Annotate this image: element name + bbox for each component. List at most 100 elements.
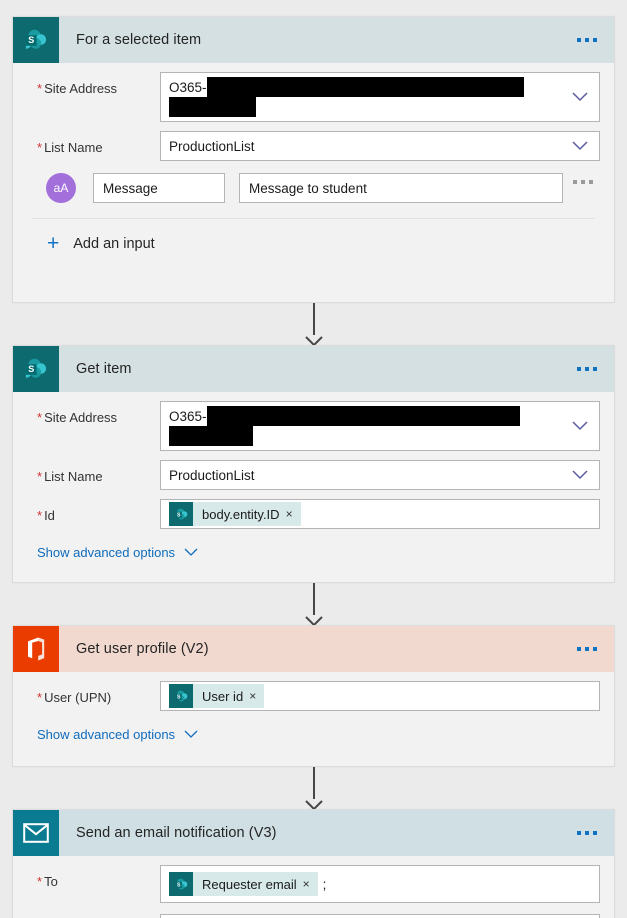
- required-asterisk: *: [37, 140, 43, 155]
- chevron-down-icon: [184, 730, 198, 738]
- id-input[interactable]: S body.entity.ID ×: [160, 499, 600, 529]
- chevron-down-icon: [184, 548, 198, 556]
- office365-icon: [13, 626, 59, 672]
- to-input[interactable]: S Requester email × ;: [160, 865, 600, 903]
- required-asterisk: *: [37, 469, 43, 484]
- field-id: * Id S body.entity.ID ×: [27, 490, 600, 529]
- more-options-button[interactable]: [572, 639, 602, 659]
- show-advanced-options-button[interactable]: Show advanced options: [27, 529, 600, 575]
- required-asterisk: *: [37, 874, 43, 889]
- dynamic-token-chip[interactable]: S User id ×: [169, 684, 265, 708]
- site-address-prefix: O365-: [169, 408, 207, 424]
- redacted-value: O365-: [161, 73, 557, 121]
- token-label: Requester email: [202, 876, 297, 892]
- input-more-options-button[interactable]: [568, 172, 598, 192]
- input-name-field[interactable]: Message: [93, 173, 225, 203]
- chevron-down-icon[interactable]: [559, 73, 599, 121]
- more-options-button[interactable]: [572, 359, 602, 379]
- show-advanced-options-label: Show advanced options: [37, 545, 176, 560]
- list-name-input[interactable]: ProductionList: [160, 131, 600, 161]
- card-body: * Site Address O365- * List Name Product…: [13, 392, 614, 575]
- flow-card-send-email[interactable]: Send an email notification (V3) * To S R…: [12, 809, 615, 918]
- svg-text:S: S: [28, 35, 34, 45]
- list-name-input[interactable]: ProductionList: [160, 460, 600, 490]
- text-input-type-icon: aA: [46, 173, 76, 203]
- plus-icon: +: [47, 232, 60, 255]
- token-label: body.entity.ID: [202, 506, 280, 522]
- field-label: * To: [37, 874, 58, 889]
- field-site-address: * Site Address O365-: [27, 63, 600, 122]
- redaction-bar: [169, 97, 256, 117]
- sharepoint-icon: S: [169, 684, 193, 708]
- redaction-bar: [206, 77, 524, 97]
- svg-text:S: S: [177, 694, 181, 700]
- chevron-down-icon[interactable]: [559, 402, 599, 450]
- required-asterisk: *: [37, 410, 43, 425]
- field-control[interactable]: S Requester email × ;: [160, 865, 600, 918]
- card-body: * To S Requester email × ;: [13, 856, 614, 918]
- to-separator: ;: [322, 876, 327, 892]
- user-upn-input[interactable]: S User id ×: [160, 681, 600, 711]
- subject-input[interactable]: [160, 914, 600, 918]
- field-label: * Id: [37, 508, 55, 523]
- field-control[interactable]: O365-: [160, 72, 600, 122]
- close-icon[interactable]: ×: [301, 878, 318, 890]
- flow-card-trigger[interactable]: S For a selected item * Site Address O365…: [12, 16, 615, 303]
- input-value-field[interactable]: Message to student: [239, 173, 563, 203]
- show-advanced-options-button[interactable]: Show advanced options: [27, 711, 600, 757]
- field-to: * To S Requester email × ;: [27, 856, 600, 918]
- close-icon[interactable]: ×: [247, 690, 264, 702]
- card-body: * Site Address O365- * List Name Product…: [13, 63, 614, 270]
- field-label: * Site Address: [37, 81, 118, 96]
- field-control[interactable]: S User id ×: [160, 681, 600, 711]
- field-control[interactable]: S body.entity.ID ×: [160, 499, 600, 529]
- chevron-down-icon[interactable]: [559, 132, 599, 160]
- sharepoint-icon: S: [169, 502, 193, 526]
- flow-connector-arrow: [305, 303, 323, 347]
- close-icon[interactable]: ×: [284, 508, 301, 520]
- add-input-button[interactable]: + Add an input: [27, 219, 600, 270]
- card-header[interactable]: Send an email notification (V3): [13, 810, 614, 856]
- flow-connector-arrow: [305, 767, 323, 811]
- redaction-bar: [169, 426, 253, 446]
- field-list-name: * List Name ProductionList: [27, 122, 600, 161]
- card-title: For a selected item: [76, 32, 202, 48]
- field-label: * List Name: [37, 469, 103, 484]
- dynamic-token-chip[interactable]: S body.entity.ID ×: [169, 502, 301, 526]
- card-title: Get user profile (V2): [76, 641, 209, 657]
- field-control[interactable]: ProductionList: [160, 460, 600, 490]
- dynamic-token-chip[interactable]: S Requester email ×: [169, 872, 318, 896]
- card-header[interactable]: Get user profile (V2): [13, 626, 614, 672]
- card-title: Send an email notification (V3): [76, 825, 277, 841]
- token-label: User id: [202, 688, 244, 704]
- sharepoint-icon: S: [13, 346, 59, 392]
- show-advanced-options-label: Show advanced options: [37, 727, 176, 742]
- chevron-down-icon[interactable]: [559, 461, 599, 489]
- field-user-upn: * User (UPN) S User id ×: [27, 672, 600, 711]
- more-options-button[interactable]: [572, 30, 602, 50]
- card-header[interactable]: S Get item: [13, 346, 614, 392]
- dynamic-input-row: aA Message Message to student: [27, 161, 600, 203]
- add-input-label: Add an input: [73, 235, 155, 252]
- flow-card-get-user-profile[interactable]: Get user profile (V2) * User (UPN) S Use…: [12, 625, 615, 767]
- field-control[interactable]: O365-: [160, 401, 600, 451]
- more-options-button[interactable]: [572, 823, 602, 843]
- site-address-prefix: O365-: [169, 79, 207, 95]
- card-body: * User (UPN) S User id × Show advanced o…: [13, 672, 614, 757]
- field-label: * List Name: [37, 140, 103, 155]
- site-address-input[interactable]: O365-: [160, 401, 600, 451]
- field-site-address: * Site Address O365-: [27, 392, 600, 451]
- redaction-bar: [206, 406, 520, 426]
- svg-text:S: S: [177, 882, 181, 888]
- svg-text:S: S: [28, 364, 34, 374]
- field-control[interactable]: ProductionList: [160, 131, 600, 161]
- flow-designer-canvas: S For a selected item * Site Address O365…: [0, 0, 627, 918]
- flow-card-get-item[interactable]: S Get item * Site Address O365- * List N…: [12, 345, 615, 583]
- required-asterisk: *: [37, 690, 43, 705]
- flow-connector-arrow: [305, 583, 323, 627]
- site-address-input[interactable]: O365-: [160, 72, 600, 122]
- card-title: Get item: [76, 361, 132, 377]
- mail-icon: [13, 810, 59, 856]
- sharepoint-icon: S: [13, 17, 59, 63]
- card-header[interactable]: S For a selected item: [13, 17, 614, 63]
